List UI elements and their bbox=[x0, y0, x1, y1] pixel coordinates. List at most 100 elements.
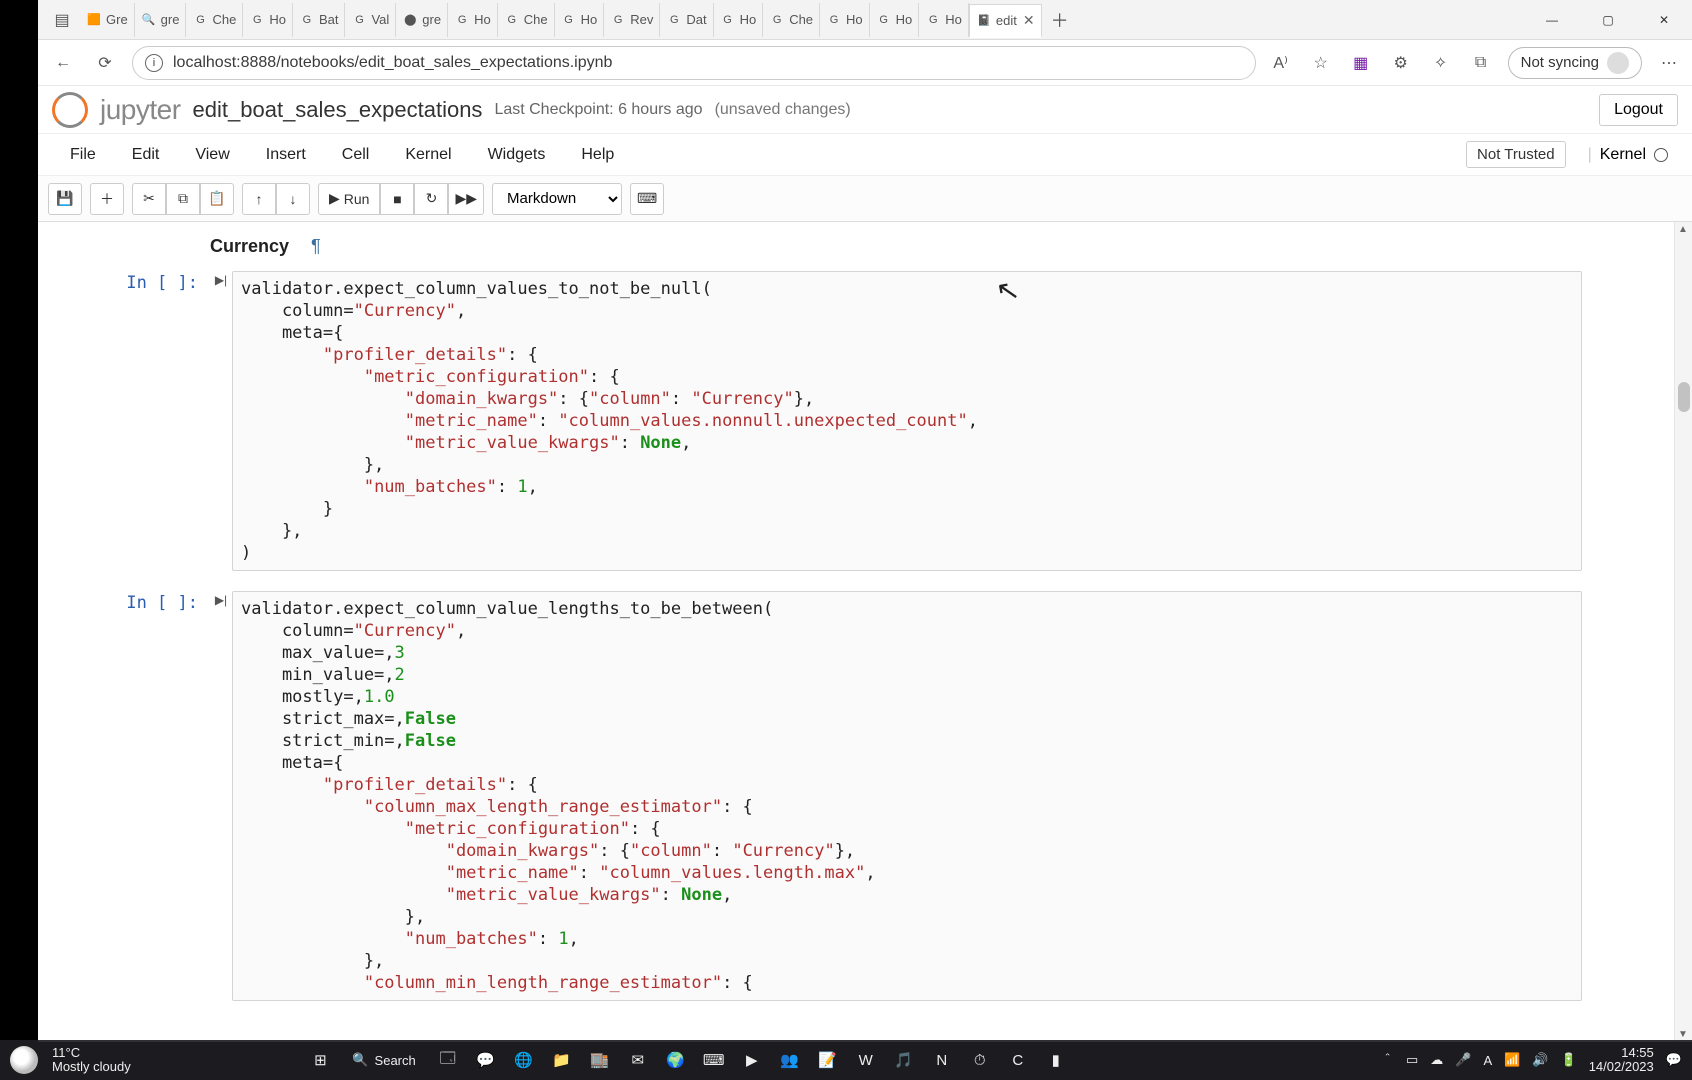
taskbar-app[interactable]: W bbox=[852, 1046, 880, 1074]
url-input[interactable]: i localhost:8888/notebooks/edit_boat_sal… bbox=[132, 46, 1256, 80]
code-cell[interactable]: In [ ]: ▶| validator.expect_column_value… bbox=[118, 271, 1582, 571]
onenote-icon[interactable]: ▦ bbox=[1348, 50, 1374, 76]
more-icon[interactable]: ⋯ bbox=[1656, 50, 1682, 76]
scroll-thumb[interactable] bbox=[1678, 382, 1690, 412]
menu-widgets[interactable]: Widgets bbox=[470, 146, 564, 164]
browser-tab[interactable]: 🟧Gre bbox=[80, 3, 135, 37]
add-cell-button[interactable]: ＋ bbox=[90, 183, 124, 215]
taskbar-app[interactable]: ▶ bbox=[738, 1046, 766, 1074]
code-input[interactable]: validator.expect_column_values_to_not_be… bbox=[232, 271, 1582, 571]
menu-insert[interactable]: Insert bbox=[248, 146, 324, 164]
taskbar-app[interactable]: ⊞ bbox=[306, 1046, 334, 1074]
menu-cell[interactable]: Cell bbox=[324, 146, 388, 164]
collections-icon[interactable]: ⧉ bbox=[1468, 50, 1494, 76]
scroll-up-icon[interactable]: ▲ bbox=[1678, 224, 1688, 235]
cell-collapser-icon[interactable]: ▶| bbox=[210, 591, 232, 1001]
browser-tab[interactable]: GChe bbox=[186, 3, 243, 37]
taskbar-app[interactable]: ⏱ bbox=[966, 1046, 994, 1074]
browser-tab[interactable]: GHo bbox=[555, 3, 605, 37]
maximize-button[interactable]: ▢ bbox=[1580, 0, 1636, 40]
taskbar-app[interactable]: ⌨ bbox=[700, 1046, 728, 1074]
run-button[interactable]: ▶ Run bbox=[318, 183, 380, 215]
browser-tab[interactable]: GHo bbox=[820, 3, 870, 37]
tray-chevron-icon[interactable]: ＾ bbox=[1381, 1051, 1394, 1070]
paste-button[interactable]: 📋 bbox=[200, 183, 234, 215]
weather-icon[interactable] bbox=[10, 1046, 38, 1074]
browser-tab[interactable]: GHo bbox=[870, 3, 920, 37]
weather-widget[interactable]: 11°C Mostly cloudy bbox=[52, 1046, 131, 1074]
close-window-button[interactable]: ✕ bbox=[1636, 0, 1692, 40]
extensions-icon[interactable]: ⚙ bbox=[1388, 50, 1414, 76]
close-tab-icon[interactable]: ✕ bbox=[1023, 12, 1035, 29]
taskbar-app[interactable]: 📝 bbox=[814, 1046, 842, 1074]
tray-wifi-icon[interactable]: 📶 bbox=[1504, 1052, 1520, 1068]
code-cell[interactable]: In [ ]: ▶| validator.expect_column_value… bbox=[118, 591, 1582, 1001]
jupyter-logo-icon[interactable] bbox=[52, 92, 88, 128]
command-palette-button[interactable]: ⌨ bbox=[630, 183, 664, 215]
menu-file[interactable]: File bbox=[52, 146, 114, 164]
taskbar-app[interactable]: ✉ bbox=[624, 1046, 652, 1074]
browser-tab[interactable]: 🔍gre bbox=[135, 3, 187, 37]
taskbar-app[interactable]: 🏬 bbox=[586, 1046, 614, 1074]
markdown-cell[interactable]: Currency ¶ bbox=[118, 222, 1674, 263]
tray-lang-icon[interactable]: A bbox=[1483, 1053, 1492, 1068]
sync-button[interactable]: Not syncing bbox=[1508, 47, 1642, 79]
copy-button[interactable]: ⧉ bbox=[166, 183, 200, 215]
logout-button[interactable]: Logout bbox=[1599, 94, 1678, 126]
taskbar-app[interactable]: 🌐 bbox=[510, 1046, 538, 1074]
site-info-icon[interactable]: i bbox=[145, 54, 163, 72]
scroll-down-icon[interactable]: ▼ bbox=[1678, 1029, 1688, 1040]
browser-tab[interactable]: ⬤gre bbox=[396, 3, 448, 37]
taskbar-app[interactable]: C bbox=[1004, 1046, 1032, 1074]
browser-tab[interactable]: GHo bbox=[919, 3, 969, 37]
browser-tab[interactable]: GHo bbox=[243, 3, 293, 37]
vertical-scrollbar[interactable]: ▲ ▼ bbox=[1674, 222, 1692, 1042]
tray-onedrive-icon[interactable]: ☁ bbox=[1430, 1052, 1443, 1068]
taskbar-app[interactable]: 🗔 bbox=[434, 1046, 462, 1074]
menu-help[interactable]: Help bbox=[563, 146, 632, 164]
menu-view[interactable]: View bbox=[177, 146, 247, 164]
kernel-indicator[interactable]: | Kernel bbox=[1578, 142, 1678, 168]
taskbar-app[interactable]: 🌍 bbox=[662, 1046, 690, 1074]
taskbar-app[interactable]: N bbox=[928, 1046, 956, 1074]
favorites-bar-icon[interactable]: ✧ bbox=[1428, 50, 1454, 76]
tray-volume-icon[interactable]: 🔊 bbox=[1532, 1052, 1548, 1068]
taskbar-app[interactable]: 🎵 bbox=[890, 1046, 918, 1074]
browser-tab[interactable]: GHo bbox=[448, 3, 498, 37]
taskbar-app[interactable]: ▮ bbox=[1042, 1046, 1070, 1074]
trusted-indicator[interactable]: Not Trusted bbox=[1466, 141, 1566, 168]
restart-run-all-button[interactable]: ▶▶ bbox=[448, 183, 484, 215]
menu-kernel[interactable]: Kernel bbox=[387, 146, 469, 164]
refresh-button[interactable]: ⟳ bbox=[90, 48, 120, 78]
read-aloud-icon[interactable]: A⁾ bbox=[1268, 50, 1294, 76]
browser-tab[interactable]: GVal bbox=[345, 3, 396, 37]
interrupt-button[interactable]: ■ bbox=[380, 183, 414, 215]
cut-button[interactable]: ✂ bbox=[132, 183, 166, 215]
browser-tab[interactable]: GBat bbox=[293, 3, 346, 37]
taskbar-app[interactable]: 💬 bbox=[472, 1046, 500, 1074]
browser-tab[interactable]: GDat bbox=[660, 3, 713, 37]
move-down-button[interactable]: ↓ bbox=[276, 183, 310, 215]
back-button[interactable]: ← bbox=[48, 48, 78, 78]
taskbar-app[interactable]: 👥 bbox=[776, 1046, 804, 1074]
browser-tab[interactable]: GRev bbox=[604, 3, 660, 37]
browser-tab-active[interactable]: 📓 edit ✕ bbox=[969, 4, 1042, 38]
notebook-title[interactable]: edit_boat_sales_expectations bbox=[193, 97, 483, 123]
anchor-icon[interactable]: ¶ bbox=[311, 236, 321, 257]
tray-battery-icon[interactable]: 🔋 bbox=[1561, 1052, 1577, 1068]
tab-actions-icon[interactable]: ▤ bbox=[44, 2, 80, 38]
notifications-icon[interactable]: 💬 bbox=[1666, 1052, 1682, 1068]
menu-edit[interactable]: Edit bbox=[114, 146, 178, 164]
tray-mic-icon[interactable]: 🎤 bbox=[1455, 1052, 1471, 1068]
browser-tab[interactable]: GChe bbox=[763, 3, 820, 37]
tray-display-icon[interactable]: ▭ bbox=[1406, 1052, 1418, 1068]
save-button[interactable]: 💾 bbox=[48, 183, 82, 215]
clock[interactable]: 14:55 14/02/2023 bbox=[1589, 1046, 1654, 1074]
restart-button[interactable]: ↻ bbox=[414, 183, 448, 215]
code-input[interactable]: validator.expect_column_value_lengths_to… bbox=[232, 591, 1582, 1001]
browser-tab[interactable]: GChe bbox=[498, 3, 555, 37]
new-tab-button[interactable]: ＋ bbox=[1042, 2, 1078, 38]
taskbar-app[interactable]: 📁 bbox=[548, 1046, 576, 1074]
cell-collapser-icon[interactable]: ▶| bbox=[210, 271, 232, 571]
minimize-button[interactable]: — bbox=[1524, 0, 1580, 40]
